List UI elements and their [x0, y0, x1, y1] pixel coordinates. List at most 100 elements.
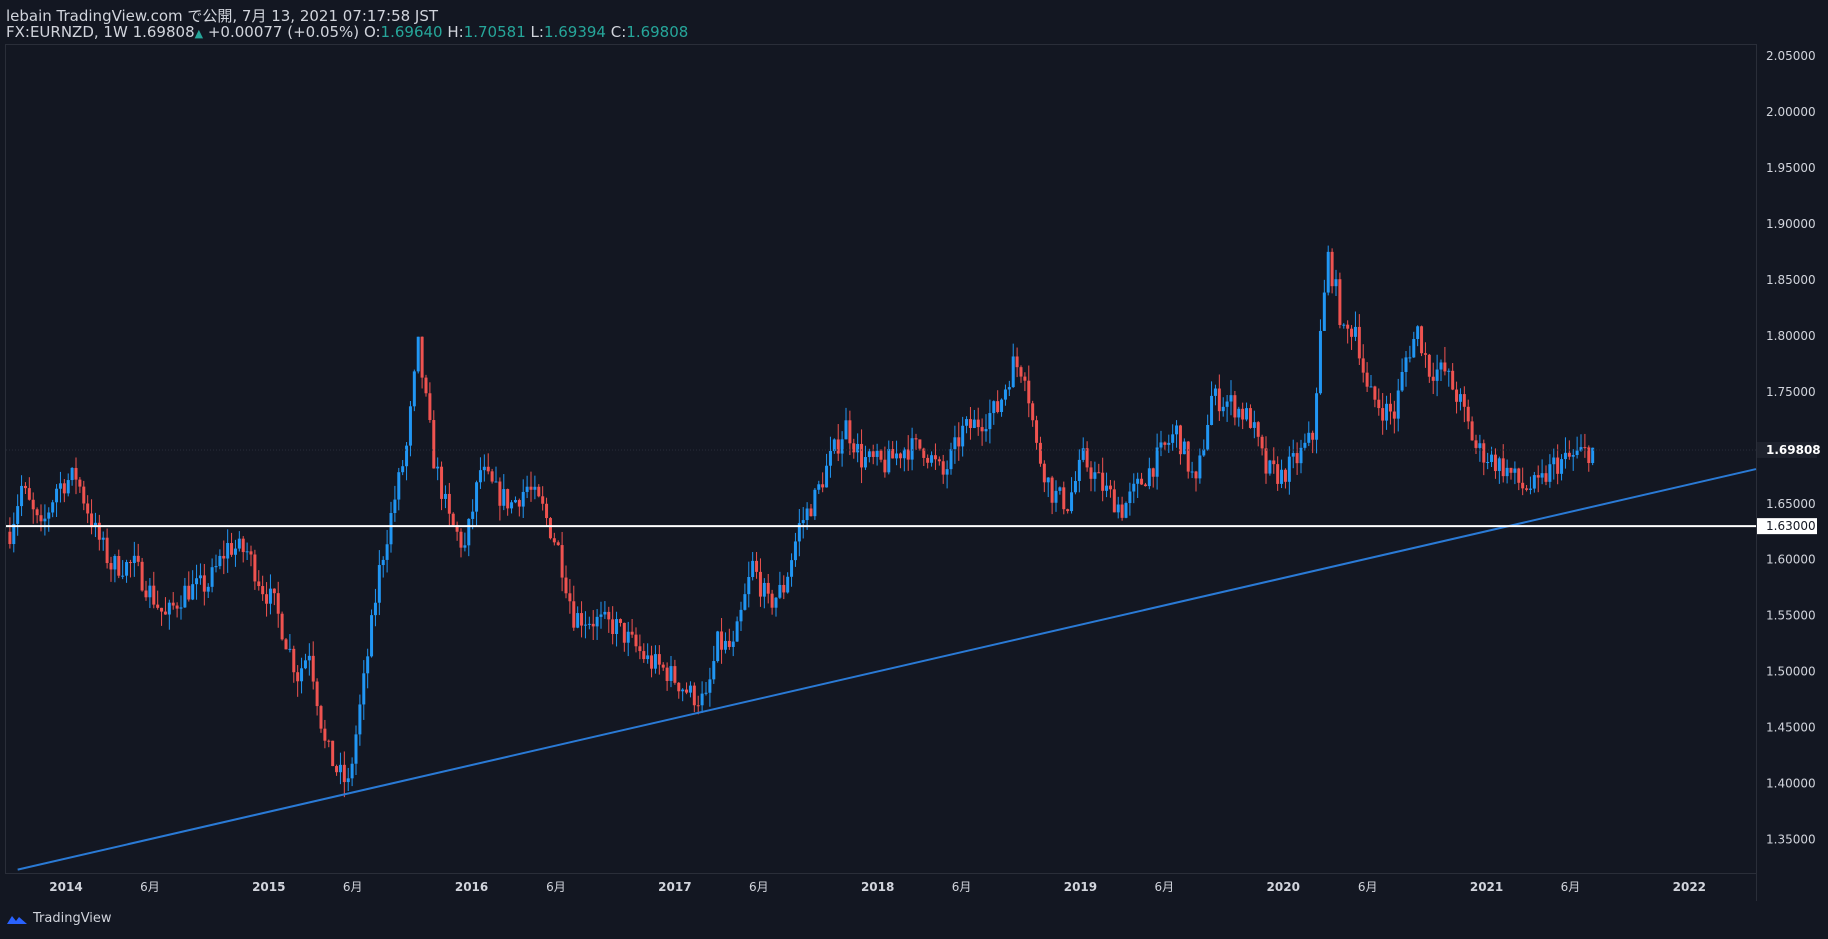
candle-body: [1392, 411, 1396, 419]
candle-body: [163, 611, 167, 615]
candle-body: [1548, 464, 1552, 482]
candle-body: [1171, 434, 1175, 443]
candle-body: [1252, 422, 1256, 428]
footer-brand[interactable]: TradingView: [33, 911, 112, 926]
candle-body: [1318, 330, 1322, 394]
candle-body: [1155, 447, 1159, 477]
candle-body: [86, 503, 90, 514]
candle-body: [1373, 386, 1377, 400]
candle-body: [506, 489, 510, 509]
candle-body: [685, 689, 689, 693]
drawings: 1.63000 1.69808: [6, 441, 1821, 871]
candle-body: [1011, 356, 1015, 388]
candle-body: [51, 502, 55, 513]
candle-body: [1330, 251, 1334, 287]
candle-body: [1435, 369, 1439, 381]
candle-body: [611, 619, 615, 635]
candle-body: [677, 682, 681, 692]
candle-body: [723, 640, 727, 650]
candle-body: [576, 613, 580, 628]
candle-body: [1381, 408, 1385, 421]
candle-body: [1513, 468, 1517, 473]
price-tick-label: 1.55000: [1766, 609, 1816, 623]
candle-body: [1400, 371, 1404, 391]
candle-body: [945, 469, 949, 475]
candle-body: [548, 518, 552, 539]
candle-body: [1198, 455, 1202, 479]
candle-body: [1217, 388, 1221, 412]
candle-body: [1019, 367, 1023, 377]
candle-body: [1042, 463, 1046, 483]
candle-body: [599, 614, 603, 617]
candle-body: [315, 681, 319, 707]
candle-body: [1420, 326, 1424, 354]
trendline[interactable]: [17, 468, 1757, 871]
time-tick-label: 2019: [1064, 880, 1097, 894]
candle-body: [1377, 399, 1381, 409]
candle-body: [972, 419, 976, 428]
time-tick-label: 2016: [455, 880, 488, 894]
candle-body: [121, 575, 125, 577]
candle-body: [389, 513, 393, 545]
candle-body: [1505, 467, 1509, 477]
candle-body: [657, 654, 661, 665]
candle-body: [817, 484, 821, 490]
candle-body: [412, 371, 416, 407]
candle-body: [1093, 472, 1097, 479]
candle-body: [354, 734, 358, 764]
candle-body: [1416, 326, 1420, 339]
candle-body: [327, 740, 331, 742]
candle-body: [1396, 390, 1400, 419]
price-chart[interactable]: 1.63000 1.69808 2.05000 2.00000 1.95000 1.90…: [0, 0, 1828, 939]
candle-body: [696, 705, 700, 707]
candle-body: [902, 449, 906, 459]
candle-body: [762, 582, 766, 597]
candle-body: [1455, 389, 1459, 402]
candle-body: [1105, 485, 1109, 491]
candle-body: [895, 453, 899, 459]
candle-body: [187, 585, 191, 600]
candle-body: [436, 466, 440, 469]
candle-body: [471, 511, 475, 519]
candle-body: [1583, 447, 1587, 449]
candle-body: [408, 406, 412, 446]
candle-body: [1412, 338, 1416, 358]
candle-body: [1128, 491, 1132, 504]
candle-body: [1431, 376, 1435, 381]
candle-body: [136, 555, 140, 562]
price-tick-label: 1.40000: [1766, 776, 1816, 790]
candle-body: [673, 666, 677, 683]
candle-body: [1338, 279, 1342, 325]
candle-body: [1077, 459, 1081, 481]
candle-body: [117, 556, 121, 576]
candle-body: [1458, 394, 1462, 402]
candle-body: [482, 466, 486, 471]
candle-body: [156, 604, 160, 608]
candle-body: [331, 740, 335, 767]
candle-body: [237, 538, 241, 549]
candle-body: [1050, 477, 1054, 503]
candle-body: [770, 593, 774, 608]
candle-body: [377, 565, 381, 603]
candle-body: [1563, 452, 1567, 460]
candle-body: [447, 493, 451, 514]
candle-body: [1423, 353, 1427, 355]
candle-body: [1035, 420, 1039, 443]
candle-body: [443, 493, 447, 499]
candle-body: [949, 449, 953, 470]
time-axis[interactable]: 2014 6月 2015 6月 2016 6月 2017 6月 2018 6月 2019 6月 2020…: [49, 880, 1706, 894]
candle-body: [564, 577, 568, 594]
candle-body: [1070, 492, 1074, 512]
candle-body: [716, 631, 720, 662]
candle-body: [1311, 432, 1315, 440]
candle-body: [1097, 472, 1101, 474]
price-tick-label: 2.00000: [1766, 105, 1816, 119]
candle-body: [1124, 503, 1128, 518]
candle-body: [1346, 324, 1350, 329]
candle-body: [292, 648, 296, 673]
candle-body: [311, 655, 315, 682]
time-tick-label: 6月: [140, 880, 160, 894]
candle-body: [568, 593, 572, 602]
candle-body: [1085, 448, 1089, 468]
candle-body: [1482, 443, 1486, 463]
